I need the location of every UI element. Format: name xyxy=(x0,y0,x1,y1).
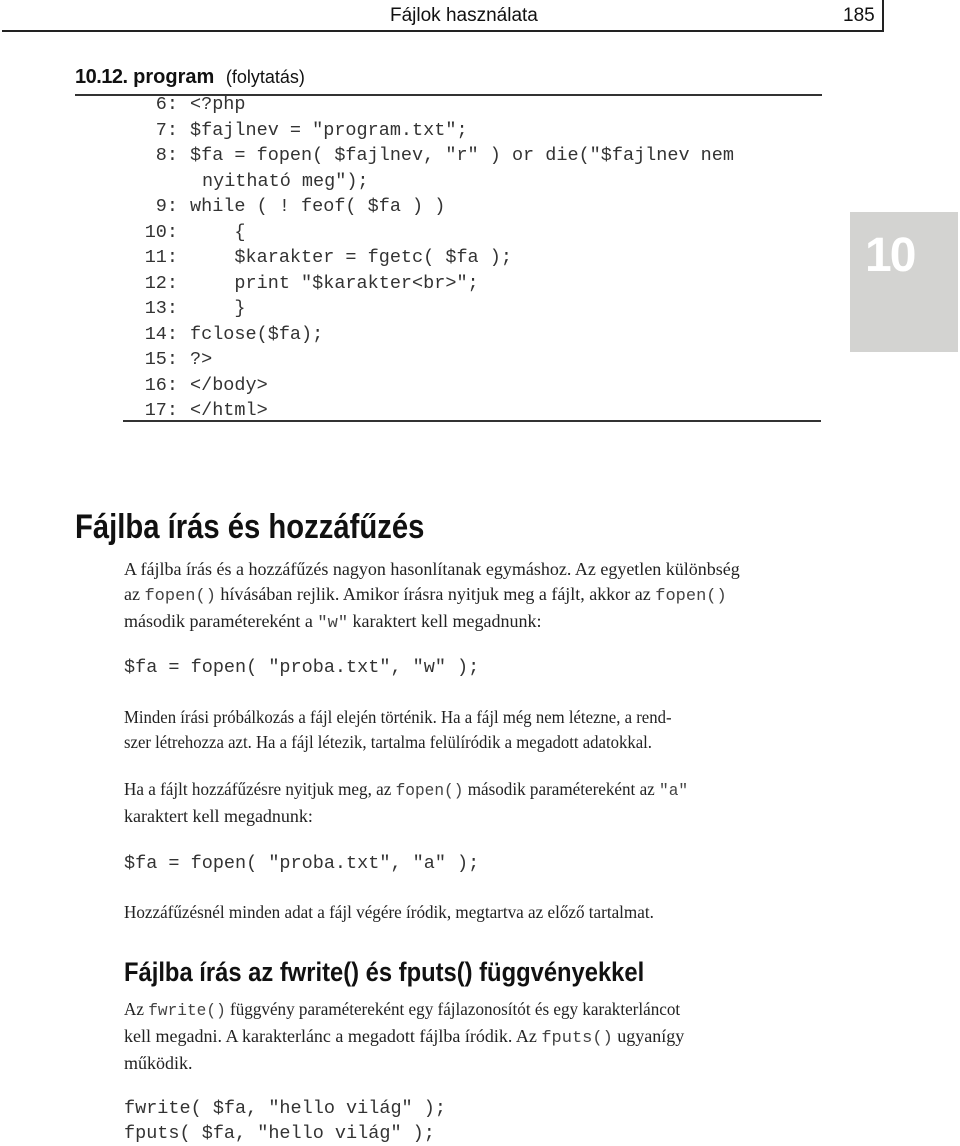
paragraph: Minden írási próbálkozás a fájl elején t… xyxy=(124,705,824,755)
code-line: 14: fclose($fa); xyxy=(123,322,823,348)
line-source: </html> xyxy=(190,400,268,421)
code-line: 6: <?php xyxy=(123,92,823,118)
listing-caption-continued: (folytatás) xyxy=(225,67,305,87)
inline-code: "w" xyxy=(317,614,349,633)
paragraph: Ha a fájlt hozzáfűzésre nyitjuk meg, az … xyxy=(124,777,824,829)
line-number: 6: xyxy=(155,94,178,115)
text-run: Az xyxy=(124,999,149,1019)
page-number: 185 xyxy=(843,5,875,26)
line-number: 12: xyxy=(144,272,178,294)
code-example: $fa = fopen( "proba.txt", "w" ); xyxy=(124,657,480,678)
line-number: 10: xyxy=(144,221,178,243)
inline-code: fopen() xyxy=(655,587,727,606)
code-example: fputs( $fa, "hello világ" ); xyxy=(124,1123,435,1144)
line-source: <?php xyxy=(190,94,246,115)
line-number: 15: xyxy=(144,349,178,370)
code-line: 10: { xyxy=(123,220,823,246)
line-source: print "$karakter<br>"; xyxy=(190,272,479,294)
line-number: 7: xyxy=(155,119,178,141)
code-line: 13: } xyxy=(123,296,823,322)
inline-code: fputs() xyxy=(541,1029,613,1048)
line-source: ?> xyxy=(190,349,213,370)
line-source: fclose($fa); xyxy=(190,323,324,345)
line-source: nyitható meg"); xyxy=(202,170,369,192)
listing-caption: 10.12. program (folytatás) xyxy=(75,66,305,89)
line-number: 13: xyxy=(144,298,178,319)
line-source: $fa = fopen( $fajlnev, "r" ) or die("$fa… xyxy=(190,145,734,166)
code-line: 12: print "$karakter<br>"; xyxy=(123,271,823,297)
code-line: 11: $karakter = fgetc( $fa ); xyxy=(123,245,823,271)
text-run: hívásában rejlik. Amikor írásra nyitjuk … xyxy=(215,584,656,604)
line-source: } xyxy=(190,298,246,319)
text-run: Ha a fájlt hozzáfűzésre nyitjuk meg, az xyxy=(124,779,396,799)
chapter-tab: 10 xyxy=(850,212,958,352)
code-line: 9: while ( ! feof( $fa ) ) xyxy=(123,194,823,220)
text-run: ugyanígy xyxy=(612,1026,685,1046)
text-line: szer létrehozza azt. Ha a fájl létezik, … xyxy=(124,732,652,752)
header-rule xyxy=(2,30,884,32)
running-header: Fájlok használata 185 xyxy=(0,0,960,40)
listing-caption-number: 10.12. xyxy=(75,66,128,88)
text-run: karaktert kell megadnunk: xyxy=(348,611,542,631)
running-header-title: Fájlok használata xyxy=(390,5,538,26)
line-number: 9: xyxy=(155,196,178,217)
listing-bottom-rule xyxy=(123,420,821,422)
text-run: második paramétereként az xyxy=(463,779,660,799)
line-source: $fajlnev = "program.txt"; xyxy=(190,119,468,141)
line-source: while ( ! feof( $fa ) ) xyxy=(190,196,446,217)
paragraph: Hozzáfűzésnél minden adat a fájl végére … xyxy=(124,900,824,925)
paragraph: A fájlba írás és a hozzáfűzés nagyon has… xyxy=(124,557,824,636)
text-run: második paramétereként a xyxy=(124,611,318,631)
inline-code: "a" xyxy=(659,782,689,801)
section-heading: Fájlba írás és hozzáfűzés xyxy=(75,508,425,546)
chapter-tab-number: 10 xyxy=(865,229,916,282)
line-source: </body> xyxy=(190,374,268,396)
text-line: működik. xyxy=(124,1053,193,1073)
code-example: $fa = fopen( "proba.txt", "a" ); xyxy=(124,853,480,874)
line-source: { xyxy=(190,221,246,243)
line-number: 14: xyxy=(144,323,178,345)
text-run: kell megadni. A karakterlánc a megadott … xyxy=(124,1026,542,1046)
inline-code: fopen() xyxy=(395,782,464,801)
text-run: függvény paramétereként egy fájlazonosít… xyxy=(225,999,681,1019)
text-line: Hozzáfűzésnél minden adat a fájl végére … xyxy=(124,902,654,922)
inline-code: fwrite() xyxy=(148,1002,226,1021)
listing-caption-word: program xyxy=(133,66,215,88)
subsection-heading: Fájlba írás az fwrite() és fputs() függv… xyxy=(124,957,645,987)
line-number: 8: xyxy=(155,145,178,166)
code-listing: 6: <?php 7: $fajlnev = "program.txt"; 8: $f… xyxy=(123,92,823,424)
line-number: 11: xyxy=(144,247,178,268)
header-vertical-rule xyxy=(882,0,884,32)
code-line: 16: </body> xyxy=(123,373,823,399)
paragraph: Az fwrite() függvény paramétereként egy … xyxy=(124,997,824,1076)
code-line: 8: $fa = fopen( $fajlnev, "r" ) or die("$… xyxy=(123,143,823,169)
code-line: 7: $fajlnev = "program.txt"; xyxy=(123,118,823,144)
text-line: Minden írási próbálkozás a fájl elején t… xyxy=(124,707,672,727)
code-line: 15: ?> xyxy=(123,347,823,373)
line-number: 16: xyxy=(144,374,178,396)
text-line: A fájlba írás és a hozzáfűzés nagyon has… xyxy=(124,559,740,579)
inline-code: fopen() xyxy=(144,587,216,606)
text-line: karaktert kell megadnunk: xyxy=(124,806,313,826)
text-run: az xyxy=(124,584,145,604)
code-line-continuation: nyitható meg"); xyxy=(123,169,823,195)
code-example: fwrite( $fa, "hello világ" ); xyxy=(124,1098,446,1119)
line-source: $karakter = fgetc( $fa ); xyxy=(190,247,512,268)
